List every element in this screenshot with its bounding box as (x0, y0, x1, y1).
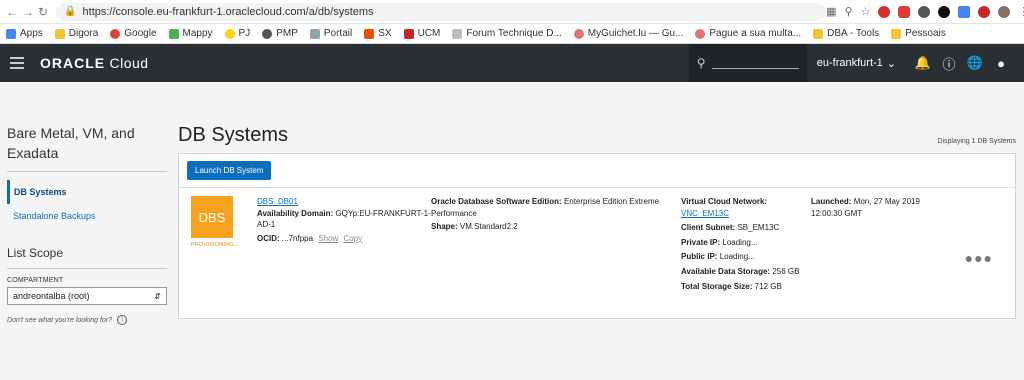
list-scope-title: List Scope (7, 246, 167, 270)
myguichet-icon (573, 28, 584, 39)
bookmark-google[interactable]: Google (110, 28, 157, 39)
extension-icon[interactable] (918, 5, 931, 18)
hamburger-menu-icon[interactable] (10, 57, 24, 69)
more-actions-icon[interactable]: ●●● (965, 250, 993, 266)
sidebar-item-db-systems[interactable]: DB Systems (7, 180, 167, 205)
forward-icon[interactable]: → (22, 3, 34, 21)
user-icon[interactable]: ● (988, 56, 1014, 71)
zoom-icon[interactable]: ⚲ (844, 5, 852, 18)
mappy-icon (168, 28, 179, 39)
bookmark-myguichet[interactable]: MyGuichet.lu — Gu... (573, 28, 683, 39)
sidebar-item-standalone-backups[interactable]: Standalone Backups (7, 204, 167, 228)
bookmark-mappy[interactable]: Mappy (168, 28, 213, 39)
back-icon[interactable]: ← (6, 3, 18, 21)
translate-ext-icon[interactable] (958, 5, 971, 18)
page-icon (309, 28, 320, 39)
page-icon (452, 28, 463, 39)
search-icon: ⚲ (696, 56, 706, 70)
display-count: Displaying 1 DB Systems (937, 138, 1016, 145)
lock-icon: 🔒 (64, 6, 77, 17)
status-badge: PROVISIONING... (191, 242, 239, 248)
bookmark-pmp[interactable]: PMP (262, 28, 298, 39)
bookmark-dba-tools[interactable]: DBA - Tools (813, 28, 879, 39)
oracle-cloud-logo[interactable]: ORACLE Cloud (40, 55, 149, 71)
bookmark-digora[interactable]: Digora (54, 28, 98, 39)
sx-icon (364, 28, 375, 39)
google-icon (110, 28, 121, 39)
oracle-icon (403, 28, 414, 39)
sidebar: Bare Metal, VM, and Exadata DB Systems S… (7, 124, 167, 326)
globe-icon[interactable]: 🌐 (962, 55, 988, 71)
compartment-select[interactable]: andreontalba (root) ⇵ (7, 287, 167, 306)
folder-icon (813, 28, 824, 39)
pague-icon (695, 28, 706, 39)
apps-grid-icon (6, 28, 16, 39)
select-arrows-icon: ⇵ (154, 291, 161, 301)
db-systems-panel: Launch DB System DBS PROVISIONING... DBS… (178, 153, 1016, 319)
launch-db-system-button[interactable]: Launch DB System (187, 161, 272, 180)
bookmark-forum[interactable]: Forum Technique D... (452, 28, 562, 39)
sidebar-title: Bare Metal, VM, and Exadata (7, 124, 167, 173)
browser-address-bar: ← → ↻ 🔒 https://console.eu-frankfurt-1.o… (0, 0, 1024, 24)
bell-icon[interactable]: 🔔 (910, 55, 936, 71)
reload-icon[interactable]: ↻ (38, 3, 48, 21)
network-storage-info: Virtual Cloud Network: VNC_EM13C Client … (681, 197, 800, 291)
bookmark-apps[interactable]: Apps (6, 28, 43, 39)
youtube-icon[interactable] (898, 5, 911, 18)
table-row: DBS PROVISIONING... DBS_DB01 Availabilit… (179, 188, 1015, 318)
globe-icon (262, 28, 273, 39)
bookmark-portail[interactable]: Portail (309, 28, 352, 39)
extension-icon[interactable] (878, 5, 891, 18)
star-icon[interactable]: ☆ (861, 5, 871, 18)
bookmark-pj[interactable]: PJ (224, 28, 250, 39)
folder-icon (891, 28, 902, 39)
region-selector[interactable]: eu-frankfurt-1 ⌄ (817, 57, 896, 70)
help-icon[interactable]: ⓘ (936, 54, 962, 73)
folder-icon (54, 28, 65, 39)
smiley-icon (224, 28, 235, 39)
console-header: ORACLE Cloud ⚲ eu-frankfurt-1 ⌄ 🔔 ⓘ 🌐 ● (0, 44, 1024, 82)
dbs-icon: DBS (191, 196, 233, 238)
avatar[interactable] (998, 5, 1011, 18)
bookmark-pessoais[interactable]: Pessoais (891, 28, 946, 39)
compartment-label: COMPARTMENT (7, 277, 64, 285)
ocid-show-link[interactable]: Show (318, 234, 338, 243)
main-content: DB Systems Displaying 1 DB Systems Launc… (178, 124, 1016, 325)
chevron-down-icon: ⌄ (886, 57, 896, 70)
db-system-tile: DBS PROVISIONING... (191, 196, 239, 306)
translate-icon[interactable]: ▦ (826, 5, 836, 18)
menu-dots-icon[interactable]: ⋮ (1018, 5, 1024, 18)
page-title: DB Systems (178, 124, 289, 146)
vcn-link[interactable]: VNC_EM13C (681, 209, 729, 218)
shield-icon[interactable] (938, 5, 951, 18)
bookmark-pague[interactable]: Pague a sua multa... (695, 28, 801, 39)
db-system-info: DBS_DB01 Availability Domain: GQYp:EU-FR… (257, 197, 431, 243)
extension-icon[interactable] (978, 5, 991, 18)
help-note: Don't see what you're looking for? i (7, 315, 167, 326)
search-input[interactable]: ⚲ (688, 44, 807, 82)
launch-info: Launched: Mon, 27 May 2019 12:00:30 GMT (811, 197, 920, 218)
url-text: https://console.eu-frankfurt-1.oracleclo… (82, 5, 374, 18)
bookmarks-bar: Apps Digora Google Mappy PJ PMP Portail … (0, 24, 1024, 44)
ocid-copy-link[interactable]: Copy (344, 234, 363, 243)
bookmark-sx[interactable]: SX (364, 28, 392, 39)
url-input[interactable]: 🔒 https://console.eu-frankfurt-1.oraclec… (56, 2, 827, 21)
db-system-name-link[interactable]: DBS_DB01 (257, 197, 298, 206)
info-icon[interactable]: i (117, 315, 128, 326)
db-software-info: Oracle Database Software Edition: Enterp… (431, 197, 660, 232)
bookmark-ucm[interactable]: UCM (403, 28, 440, 39)
